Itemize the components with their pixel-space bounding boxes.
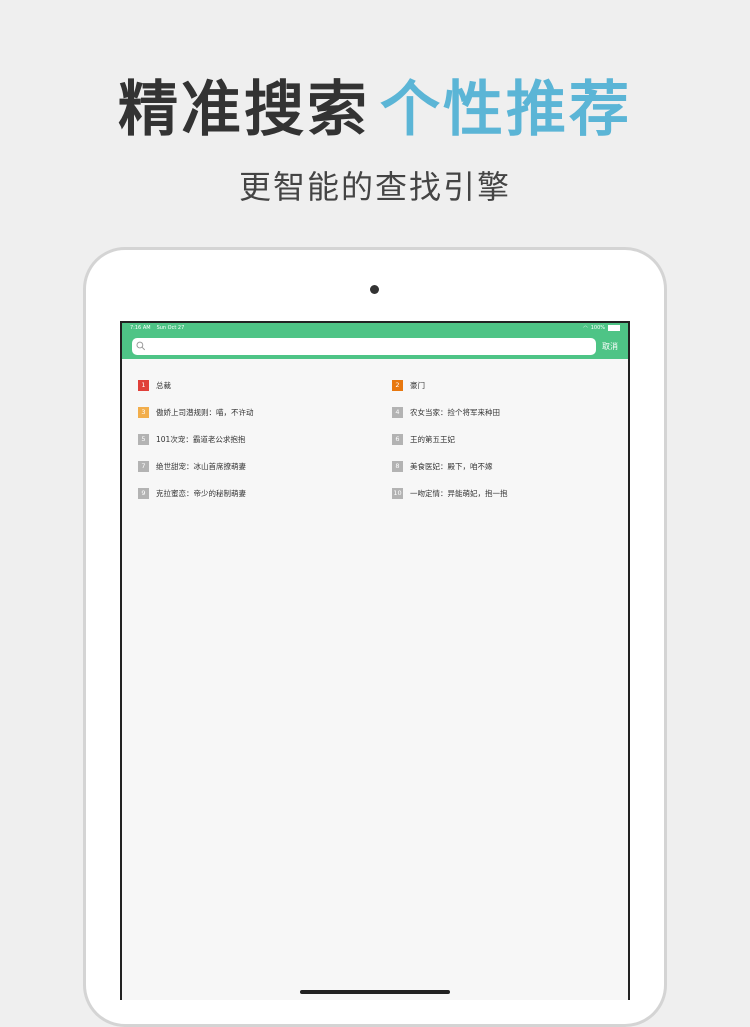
search-bar: 取消 bbox=[122, 333, 628, 359]
list-item[interactable]: 9 克拉蜜恋：帝少的秘制萌妻 bbox=[138, 480, 376, 507]
list-item[interactable]: 8 美食医妃：殿下，咱不嫁 bbox=[376, 453, 614, 480]
rank-badge: 5 bbox=[138, 434, 149, 445]
search-box[interactable] bbox=[132, 337, 596, 355]
list-item[interactable]: 2 豪门 bbox=[376, 372, 614, 399]
rank-badge: 3 bbox=[138, 407, 149, 418]
tablet-screen: 7:16 AM Sun Oct 27 ◠ 100% 取消 1 总裁 2 豪门 3 傲娇上司潜… bbox=[120, 321, 630, 1000]
list-item-title: 101次宠：霸道老公求抱抱 bbox=[156, 435, 246, 444]
list-item-title: 王的第五王妃 bbox=[410, 435, 455, 444]
rank-badge: 4 bbox=[392, 407, 403, 418]
headline-accent: 个性推荐 bbox=[380, 75, 632, 145]
battery-icon bbox=[608, 325, 620, 331]
list-item-title: 克拉蜜恋：帝少的秘制萌妻 bbox=[156, 489, 246, 498]
status-date: Sun Oct 27 bbox=[156, 325, 185, 331]
rank-badge: 10 bbox=[392, 488, 403, 499]
rank-badge: 8 bbox=[392, 461, 403, 472]
rank-badge: 6 bbox=[392, 434, 403, 445]
battery-percent: 100% bbox=[590, 325, 605, 331]
list-item-title: 农女当家：捡个将军来种田 bbox=[410, 408, 500, 417]
list-item[interactable]: 7 绝世甜宠：冰山首席撩萌妻 bbox=[138, 453, 376, 480]
list-item-title: 总裁 bbox=[156, 381, 171, 390]
status-right: ◠ 100% bbox=[583, 323, 620, 333]
headline: 精准搜索 个性推荐 bbox=[0, 70, 750, 150]
status-bar: 7:16 AM Sun Oct 27 ◠ 100% bbox=[122, 323, 628, 333]
camera-dot bbox=[370, 285, 379, 294]
rank-badge: 9 bbox=[138, 488, 149, 499]
list-item[interactable]: 1 总裁 bbox=[138, 372, 376, 399]
rank-badge: 1 bbox=[138, 380, 149, 391]
list-item[interactable]: 10 一吻定情：异能萌妃，抱一抱 bbox=[376, 480, 614, 507]
subheadline: 更智能的查找引擎 bbox=[238, 168, 511, 206]
list-item[interactable]: 5 101次宠：霸道老公求抱抱 bbox=[138, 426, 376, 453]
headline-main: 精准搜索 bbox=[118, 75, 370, 145]
search-icon bbox=[136, 341, 146, 351]
list-item-title: 美食医妃：殿下，咱不嫁 bbox=[410, 462, 493, 471]
list-item-title: 一吻定情：异能萌妃，抱一抱 bbox=[410, 489, 508, 498]
status-left: 7:16 AM Sun Oct 27 bbox=[130, 323, 190, 333]
list-item-title: 豪门 bbox=[410, 381, 425, 390]
search-input[interactable] bbox=[145, 339, 596, 353]
list-item[interactable]: 3 傲娇上司潜规则：喵，不许动 bbox=[138, 399, 376, 426]
rank-badge: 2 bbox=[392, 380, 403, 391]
status-time: 7:16 AM bbox=[130, 325, 151, 331]
list-item[interactable]: 4 农女当家：捡个将军来种田 bbox=[376, 399, 614, 426]
wifi-icon: ◠ bbox=[583, 325, 588, 331]
hot-search-list: 1 总裁 2 豪门 3 傲娇上司潜规则：喵，不许动 4 农女当家：捡个将军来种田 5 101次宠：… bbox=[122, 359, 628, 507]
list-item-title: 绝世甜宠：冰山首席撩萌妻 bbox=[156, 462, 246, 471]
rank-badge: 7 bbox=[138, 461, 149, 472]
cancel-button[interactable]: 取消 bbox=[602, 341, 618, 352]
home-indicator bbox=[300, 990, 450, 994]
list-item[interactable]: 6 王的第五王妃 bbox=[376, 426, 614, 453]
list-item-title: 傲娇上司潜规则：喵，不许动 bbox=[156, 408, 254, 417]
